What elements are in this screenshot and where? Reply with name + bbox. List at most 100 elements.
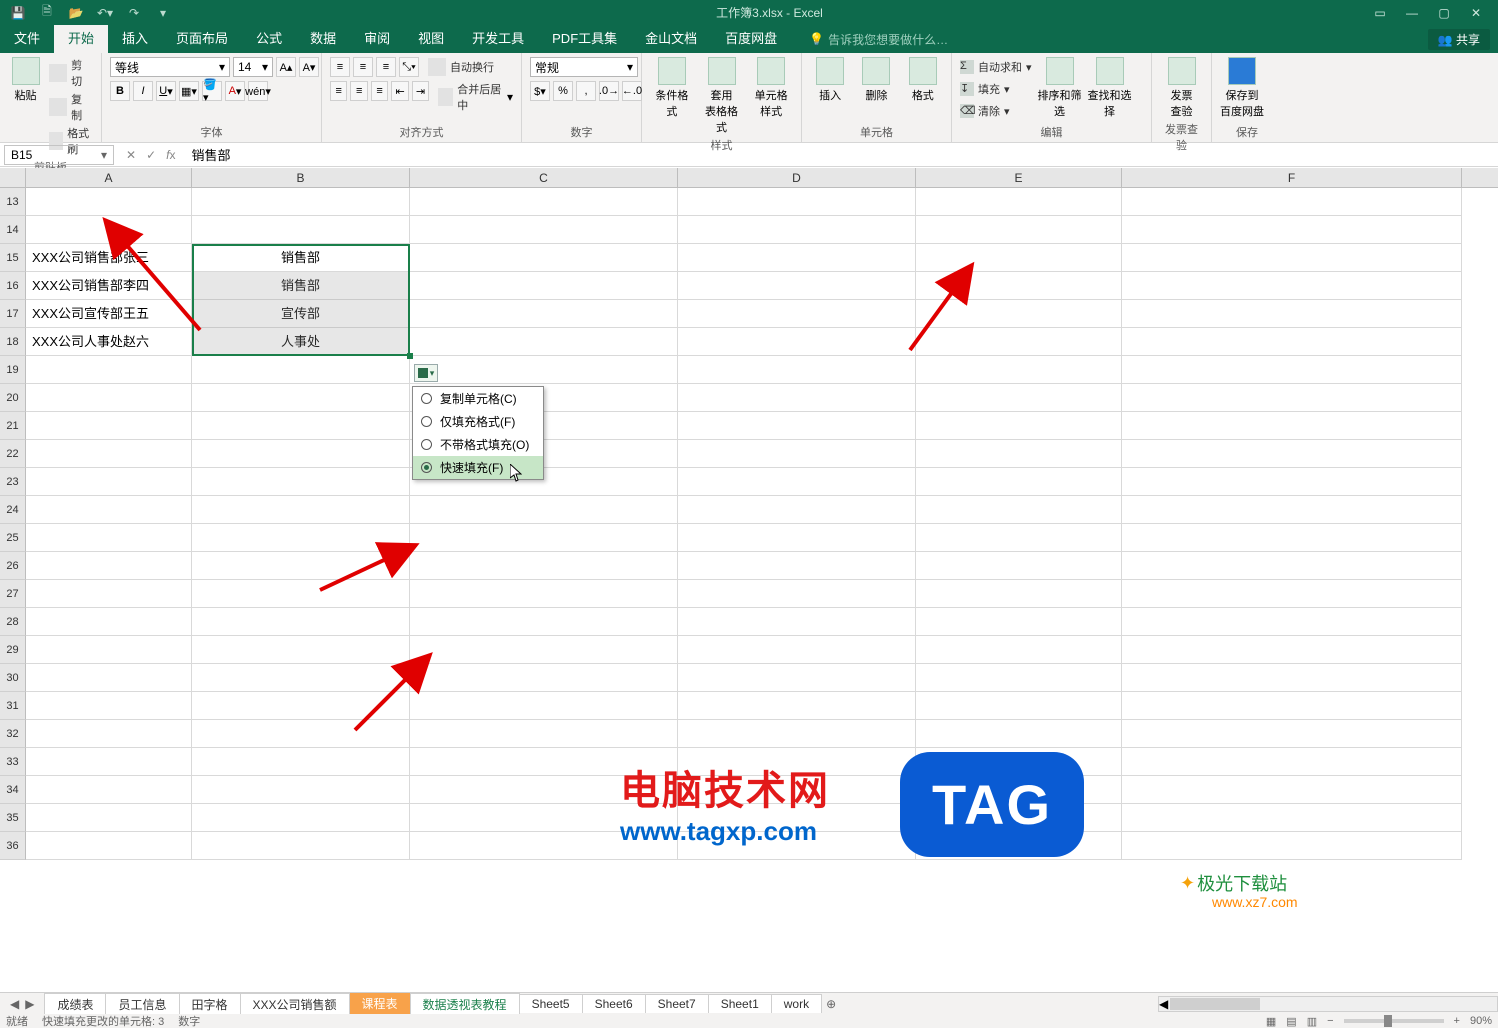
tab-kingsoft[interactable]: 金山文档 xyxy=(631,25,711,53)
cell[interactable] xyxy=(192,692,410,720)
cell[interactable]: 销售部 xyxy=(192,244,410,272)
cell[interactable] xyxy=(1122,188,1462,216)
row-header[interactable]: 16 xyxy=(0,272,26,300)
undo-icon[interactable]: ↶▾ xyxy=(97,5,113,21)
cell[interactable] xyxy=(410,216,678,244)
cell[interactable] xyxy=(916,272,1122,300)
cell[interactable] xyxy=(26,412,192,440)
cell[interactable] xyxy=(916,384,1122,412)
sheet-tab[interactable]: Sheet1 xyxy=(708,994,772,1013)
cell[interactable] xyxy=(678,524,916,552)
cell[interactable] xyxy=(916,692,1122,720)
format-cells-button[interactable]: 格式 xyxy=(903,57,943,103)
currency-button[interactable]: $▾ xyxy=(530,81,550,101)
cell[interactable] xyxy=(1122,580,1462,608)
cell[interactable] xyxy=(678,300,916,328)
worksheet-area[interactable]: A B C D E F 1314151617181920212223242526… xyxy=(0,168,1498,998)
view-break-icon[interactable]: ▥ xyxy=(1307,1015,1317,1028)
cell[interactable] xyxy=(1122,356,1462,384)
cell[interactable] xyxy=(26,608,192,636)
save-baidu-button[interactable]: 保存到 百度网盘 xyxy=(1220,57,1264,119)
cell[interactable] xyxy=(678,580,916,608)
cell[interactable] xyxy=(26,832,192,860)
indent-inc-button[interactable]: ⇥ xyxy=(412,81,429,101)
cell[interactable] xyxy=(26,580,192,608)
sheet-tab[interactable]: Sheet7 xyxy=(645,994,709,1013)
fill-handle[interactable] xyxy=(407,353,413,359)
cell[interactable]: 人事处 xyxy=(192,328,410,356)
cell[interactable] xyxy=(1122,804,1462,832)
cancel-formula-icon[interactable]: ✕ xyxy=(126,148,136,162)
cell[interactable] xyxy=(678,468,916,496)
row-header[interactable]: 23 xyxy=(0,468,26,496)
cell[interactable]: 宣传部 xyxy=(192,300,410,328)
row-header[interactable]: 20 xyxy=(0,384,26,412)
cell[interactable] xyxy=(192,580,410,608)
cell[interactable] xyxy=(410,580,678,608)
sheet-tab[interactable]: 田字格 xyxy=(179,993,241,1015)
cell[interactable] xyxy=(1122,720,1462,748)
underline-button[interactable]: U▾ xyxy=(156,81,176,101)
cell[interactable] xyxy=(410,720,678,748)
col-header[interactable]: F xyxy=(1122,168,1462,187)
row-header[interactable]: 33 xyxy=(0,748,26,776)
delete-cells-button[interactable]: 删除 xyxy=(856,57,896,103)
cell[interactable] xyxy=(1122,412,1462,440)
row-header[interactable]: 13 xyxy=(0,188,26,216)
row-header[interactable]: 31 xyxy=(0,692,26,720)
cell[interactable] xyxy=(678,272,916,300)
tab-data[interactable]: 数据 xyxy=(296,25,350,53)
col-header[interactable]: D xyxy=(678,168,916,187)
row-header[interactable]: 30 xyxy=(0,664,26,692)
cell[interactable] xyxy=(410,188,678,216)
cell[interactable] xyxy=(410,524,678,552)
cell[interactable] xyxy=(1122,636,1462,664)
clear-button[interactable]: ⌫清除▾ xyxy=(960,101,1032,121)
menu-copy-cells[interactable]: 复制单元格(C) xyxy=(413,387,543,410)
scroll-left-icon[interactable]: ◀ xyxy=(1159,997,1168,1011)
cell[interactable] xyxy=(1122,300,1462,328)
sheet-tab[interactable]: 数据透视表教程 xyxy=(410,993,520,1015)
row-header[interactable]: 15 xyxy=(0,244,26,272)
percent-button[interactable]: % xyxy=(553,81,573,101)
cell[interactable] xyxy=(916,328,1122,356)
font-name-combo[interactable]: 等线▾ xyxy=(110,57,230,77)
cell[interactable] xyxy=(410,356,678,384)
tab-review[interactable]: 审阅 xyxy=(350,25,404,53)
cell[interactable] xyxy=(192,832,410,860)
cell[interactable] xyxy=(410,664,678,692)
tab-pdf[interactable]: PDF工具集 xyxy=(538,25,631,53)
cell[interactable] xyxy=(192,216,410,244)
row-header[interactable]: 27 xyxy=(0,580,26,608)
cell[interactable] xyxy=(192,776,410,804)
cell[interactable] xyxy=(1122,272,1462,300)
bold-button[interactable]: B xyxy=(110,81,130,101)
qat-more-icon[interactable]: ▾ xyxy=(155,5,171,21)
orientation-button[interactable]: ⤡▾ xyxy=(399,57,419,77)
save-icon[interactable]: 💾 xyxy=(10,5,26,21)
cell[interactable] xyxy=(916,216,1122,244)
formula-input[interactable]: 销售部 xyxy=(183,145,1498,164)
sheet-tab[interactable]: Sheet6 xyxy=(582,994,646,1013)
sheet-tab[interactable]: XXX公司销售额 xyxy=(240,993,350,1015)
row-header[interactable]: 34 xyxy=(0,776,26,804)
sheet-tab[interactable]: work xyxy=(771,994,822,1013)
cell[interactable] xyxy=(1122,384,1462,412)
zoom-out-icon[interactable]: − xyxy=(1327,1015,1333,1027)
redo-icon[interactable]: ↷ xyxy=(126,5,142,21)
tab-file[interactable]: 文件 xyxy=(0,25,54,53)
cell[interactable] xyxy=(916,440,1122,468)
cell[interactable] xyxy=(678,356,916,384)
col-header[interactable]: B xyxy=(192,168,410,187)
tell-me[interactable]: 💡告诉我您想要做什么… xyxy=(809,31,948,48)
cell[interactable] xyxy=(678,216,916,244)
increase-font-button[interactable]: A▴ xyxy=(276,57,296,77)
insert-cells-button[interactable]: 插入 xyxy=(810,57,850,103)
menu-flash-fill[interactable]: 快速填充(F) xyxy=(413,456,543,479)
align-left-button[interactable]: ≡ xyxy=(330,81,347,101)
cell[interactable] xyxy=(26,664,192,692)
row-header[interactable]: 22 xyxy=(0,440,26,468)
cell[interactable] xyxy=(26,524,192,552)
cell[interactable] xyxy=(1122,440,1462,468)
tab-view[interactable]: 视图 xyxy=(404,25,458,53)
